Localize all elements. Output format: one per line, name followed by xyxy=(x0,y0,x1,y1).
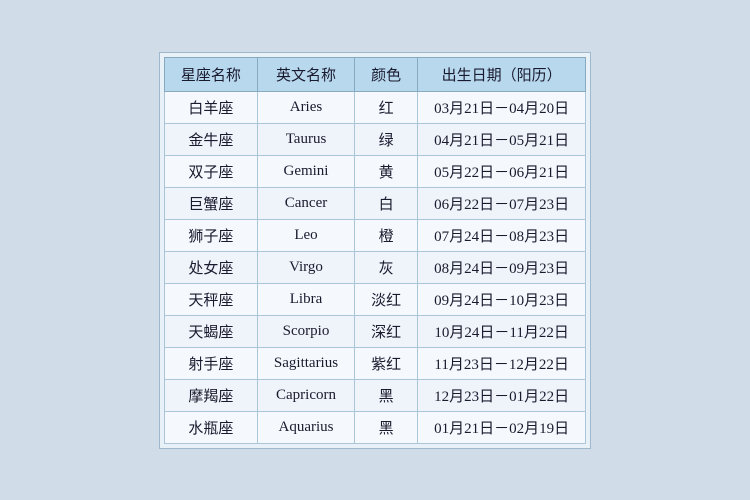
zodiac-table: 星座名称 英文名称 颜色 出生日期（阳历） 白羊座Aries红03月21日－04… xyxy=(164,57,586,444)
cell-color: 橙 xyxy=(355,219,418,251)
cell-birthdate: 09月24日－10月23日 xyxy=(418,283,586,315)
cell-chinese-name: 金牛座 xyxy=(164,123,257,155)
cell-chinese-name: 摩羯座 xyxy=(164,379,257,411)
table-row: 白羊座Aries红03月21日－04月20日 xyxy=(164,91,585,123)
header-birthdate: 出生日期（阳历） xyxy=(418,57,586,91)
cell-english-name: Aries xyxy=(257,91,354,123)
cell-chinese-name: 水瓶座 xyxy=(164,411,257,443)
cell-birthdate: 04月21日－05月21日 xyxy=(418,123,586,155)
cell-english-name: Cancer xyxy=(257,187,354,219)
table-row: 天蝎座Scorpio深红10月24日－11月22日 xyxy=(164,315,585,347)
cell-color: 绿 xyxy=(355,123,418,155)
table-row: 天秤座Libra淡红09月24日－10月23日 xyxy=(164,283,585,315)
cell-english-name: Taurus xyxy=(257,123,354,155)
table-row: 水瓶座Aquarius黑01月21日－02月19日 xyxy=(164,411,585,443)
cell-birthdate: 08月24日－09月23日 xyxy=(418,251,586,283)
cell-color: 紫红 xyxy=(355,347,418,379)
cell-color: 红 xyxy=(355,91,418,123)
table-row: 射手座Sagittarius紫红11月23日－12月22日 xyxy=(164,347,585,379)
cell-birthdate: 01月21日－02月19日 xyxy=(418,411,586,443)
cell-birthdate: 12月23日－01月22日 xyxy=(418,379,586,411)
cell-birthdate: 05月22日－06月21日 xyxy=(418,155,586,187)
cell-color: 黑 xyxy=(355,379,418,411)
cell-chinese-name: 白羊座 xyxy=(164,91,257,123)
cell-color: 淡红 xyxy=(355,283,418,315)
cell-chinese-name: 狮子座 xyxy=(164,219,257,251)
cell-color: 黄 xyxy=(355,155,418,187)
table-row: 处女座Virgo灰08月24日－09月23日 xyxy=(164,251,585,283)
table-row: 巨蟹座Cancer白06月22日－07月23日 xyxy=(164,187,585,219)
cell-birthdate: 03月21日－04月20日 xyxy=(418,91,586,123)
cell-chinese-name: 天蝎座 xyxy=(164,315,257,347)
cell-birthdate: 06月22日－07月23日 xyxy=(418,187,586,219)
cell-chinese-name: 双子座 xyxy=(164,155,257,187)
cell-chinese-name: 处女座 xyxy=(164,251,257,283)
cell-english-name: Virgo xyxy=(257,251,354,283)
table-row: 双子座Gemini黄05月22日－06月21日 xyxy=(164,155,585,187)
cell-english-name: Libra xyxy=(257,283,354,315)
cell-english-name: Sagittarius xyxy=(257,347,354,379)
header-chinese-name: 星座名称 xyxy=(164,57,257,91)
table-row: 摩羯座Capricorn黑12月23日－01月22日 xyxy=(164,379,585,411)
cell-color: 白 xyxy=(355,187,418,219)
cell-color: 灰 xyxy=(355,251,418,283)
table-row: 金牛座Taurus绿04月21日－05月21日 xyxy=(164,123,585,155)
table-row: 狮子座Leo橙07月24日－08月23日 xyxy=(164,219,585,251)
table-header-row: 星座名称 英文名称 颜色 出生日期（阳历） xyxy=(164,57,585,91)
cell-color: 黑 xyxy=(355,411,418,443)
cell-english-name: Aquarius xyxy=(257,411,354,443)
cell-chinese-name: 射手座 xyxy=(164,347,257,379)
cell-birthdate: 11月23日－12月22日 xyxy=(418,347,586,379)
cell-color: 深红 xyxy=(355,315,418,347)
cell-chinese-name: 巨蟹座 xyxy=(164,187,257,219)
cell-birthdate: 10月24日－11月22日 xyxy=(418,315,586,347)
cell-chinese-name: 天秤座 xyxy=(164,283,257,315)
cell-birthdate: 07月24日－08月23日 xyxy=(418,219,586,251)
cell-english-name: Gemini xyxy=(257,155,354,187)
header-english-name: 英文名称 xyxy=(257,57,354,91)
table-body: 白羊座Aries红03月21日－04月20日金牛座Taurus绿04月21日－0… xyxy=(164,91,585,443)
cell-english-name: Leo xyxy=(257,219,354,251)
cell-english-name: Capricorn xyxy=(257,379,354,411)
header-color: 颜色 xyxy=(355,57,418,91)
zodiac-table-container: 星座名称 英文名称 颜色 出生日期（阳历） 白羊座Aries红03月21日－04… xyxy=(159,52,591,449)
cell-english-name: Scorpio xyxy=(257,315,354,347)
